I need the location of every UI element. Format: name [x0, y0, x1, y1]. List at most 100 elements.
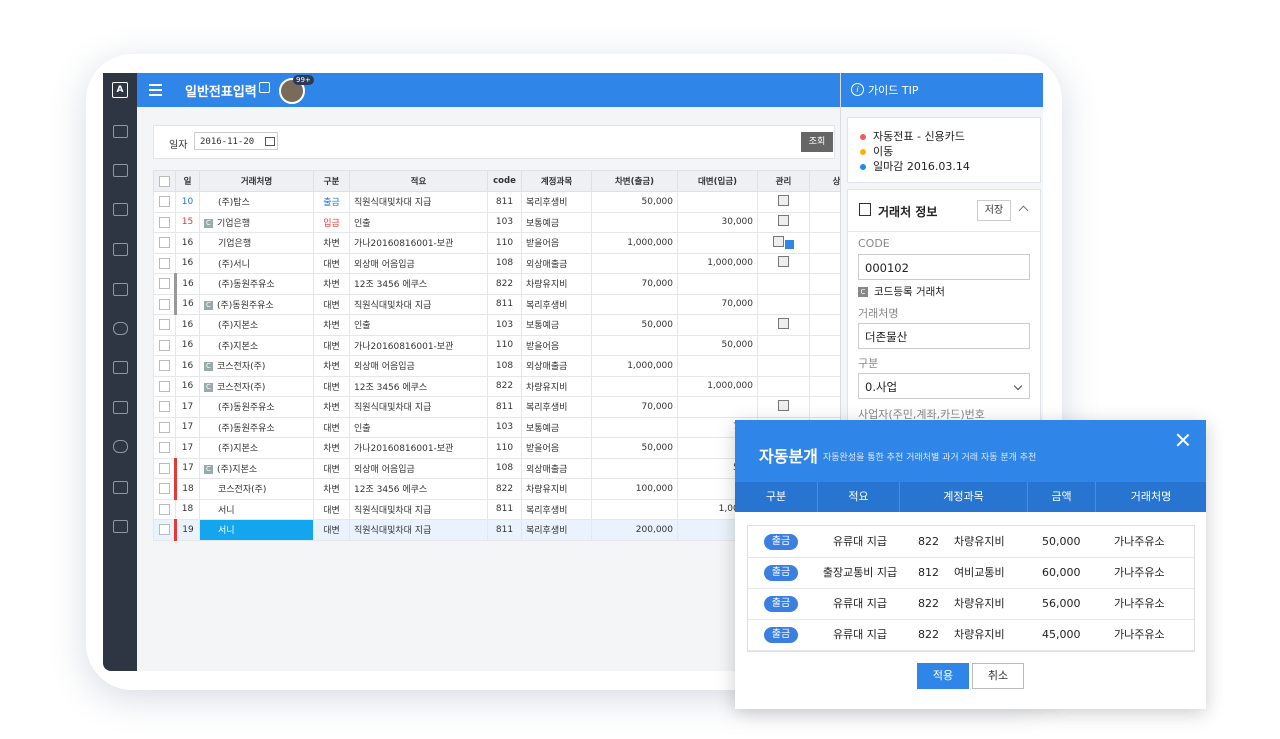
table-cell[interactable]: 대변 — [313, 416, 350, 438]
table-cell[interactable] — [809, 314, 843, 336]
table-cell[interactable]: 108 — [487, 457, 522, 479]
type-select[interactable]: 0.사업 — [858, 373, 1030, 399]
column-header[interactable]: 차변(출금) — [591, 170, 678, 192]
memo-icon[interactable] — [778, 317, 789, 329]
cancel-button[interactable]: 취소 — [972, 663, 1024, 689]
table-cell[interactable]: 대변 — [313, 375, 350, 397]
table-cell[interactable]: 받을어음 — [521, 232, 592, 254]
table-cell[interactable] — [153, 252, 176, 274]
tip-item[interactable]: 이동 — [860, 143, 893, 159]
table-cell[interactable]: 70,000 — [591, 396, 678, 418]
table-cell[interactable] — [153, 273, 176, 295]
table-cell[interactable]: 차변 — [313, 478, 350, 500]
table-cell[interactable]: 코스전자(주) — [199, 478, 314, 500]
table-row[interactable]: 16 (주)지본소 차변 인출 103 보통예금 50,000 — [153, 314, 843, 336]
table-cell[interactable]: 16 — [175, 252, 200, 274]
table-cell[interactable]: (주)탑스 — [199, 191, 314, 213]
table-row[interactable]: 16 기업은행 차변 가나20160816001-보관 110 받을어음 1,000,000 — [153, 232, 843, 254]
table-cell[interactable] — [153, 334, 176, 356]
grid-icon[interactable] — [113, 361, 128, 374]
table-cell[interactable]: 가나20160816001-보관 — [349, 437, 488, 459]
table-cell[interactable]: (주)지본소 — [199, 334, 314, 356]
table-cell[interactable] — [591, 211, 678, 233]
table-row[interactable]: 16 (주)서니 대변 외상매 어음입금 108 외상매출금 1,000,000 — [153, 252, 843, 274]
table-cell[interactable]: 103 — [487, 211, 522, 233]
table-cell[interactable]: 대변 — [313, 498, 350, 520]
table-cell[interactable]: 차변 — [313, 355, 350, 377]
table-cell[interactable]: 직원식대및차대 지급 — [349, 519, 488, 541]
table-cell[interactable]: 811 — [487, 293, 522, 315]
table-cell[interactable]: 직원식대및차대 지급 — [349, 396, 488, 418]
table-cell[interactable]: 대변 — [313, 334, 350, 356]
column-header[interactable]: 거래처명 — [199, 170, 314, 192]
table-cell[interactable]: 110 — [487, 334, 522, 356]
table-cell[interactable]: 110 — [487, 437, 522, 459]
table-cell[interactable]: 18 — [175, 498, 200, 520]
table-cell[interactable] — [591, 293, 678, 315]
table-cell[interactable] — [809, 396, 843, 418]
table-cell[interactable] — [153, 478, 176, 500]
table-cell[interactable]: 보통예금 — [521, 416, 592, 438]
table-cell[interactable]: 복리후생비 — [521, 519, 592, 541]
table-cell[interactable] — [677, 273, 758, 295]
table-cell[interactable] — [591, 498, 678, 520]
table-cell[interactable]: 16 — [174, 273, 200, 295]
building-icon[interactable] — [113, 243, 128, 256]
table-cell[interactable]: (주)지본소 — [199, 314, 314, 336]
chevron-up-icon[interactable] — [1018, 205, 1029, 216]
table-cell[interactable]: 직원식대및차대 지급 — [349, 293, 488, 315]
table-cell[interactable]: 가나20160816001-보관 — [349, 232, 488, 254]
table-cell[interactable]: (주)서니 — [199, 252, 314, 274]
table-cell[interactable] — [153, 457, 176, 479]
row-checkbox[interactable] — [159, 421, 170, 433]
table-cell[interactable]: 인출 — [349, 314, 488, 336]
table-cell[interactable] — [153, 293, 176, 315]
table-cell[interactable]: 차량유지비 — [521, 375, 592, 397]
table-cell[interactable]: 103 — [487, 314, 522, 336]
row-checkbox[interactable] — [158, 278, 170, 290]
table-cell[interactable]: 811 — [487, 396, 522, 418]
memo-icon[interactable] — [778, 399, 789, 411]
row-checkbox[interactable] — [159, 380, 170, 392]
table-cell[interactable]: 서니 — [199, 498, 314, 520]
table-cell[interactable] — [591, 457, 678, 479]
table-cell[interactable] — [757, 314, 810, 336]
menu-icon[interactable] — [149, 84, 162, 96]
table-cell[interactable]: 19 — [174, 519, 200, 541]
table-cell[interactable] — [809, 355, 843, 377]
row-checkbox[interactable] — [159, 257, 170, 269]
list-item[interactable]: 출금 출장교통비 지급 812 여비교통비 60,000 가나주유소 — [748, 557, 1194, 589]
table-cell[interactable] — [757, 334, 810, 356]
table-cell[interactable]: 받을어음 — [521, 334, 592, 356]
table-cell[interactable]: 16 — [175, 375, 200, 397]
column-header[interactable]: code — [487, 170, 522, 192]
column-header[interactable]: 적요 — [349, 170, 488, 192]
table-cell[interactable]: C 코스전자(주) — [199, 355, 314, 377]
table-cell[interactable]: 복리후생비 — [521, 396, 592, 418]
table-cell[interactable]: 출금 — [313, 191, 350, 213]
table-cell[interactable]: 대변 — [313, 457, 350, 479]
list-item[interactable]: 출금 유류대 지급 822 차량유지비 56,000 가나주유소 — [748, 588, 1194, 620]
row-checkbox[interactable] — [158, 298, 170, 310]
table-row[interactable]: 16 C 코스전자(주) 대변 12조 3456 에쿠스 822 차량유지비 1,000,00… — [153, 375, 843, 397]
date-field[interactable]: 2016-11-20 — [194, 132, 278, 150]
table-cell[interactable] — [153, 416, 176, 438]
table-cell[interactable] — [153, 396, 176, 418]
table-cell[interactable]: 서니 — [199, 519, 314, 541]
table-cell[interactable]: 822 — [487, 375, 522, 397]
table-cell[interactable] — [809, 232, 843, 254]
search-button[interactable]: 조회 — [801, 132, 833, 152]
table-cell[interactable]: 16 — [174, 293, 200, 315]
table-cell[interactable] — [677, 191, 758, 213]
row-checkbox[interactable] — [159, 442, 170, 454]
table-cell[interactable] — [153, 375, 176, 397]
table-cell[interactable]: 16 — [175, 355, 200, 377]
table-cell[interactable]: 가나20160816001-보관 — [349, 334, 488, 356]
table-cell[interactable] — [153, 355, 176, 377]
image-icon[interactable] — [113, 481, 128, 494]
attachment-icon[interactable] — [785, 239, 794, 249]
table-cell[interactable]: 복리후생비 — [521, 498, 592, 520]
table-cell[interactable] — [153, 498, 176, 520]
row-checkbox[interactable] — [159, 319, 170, 331]
memo-icon[interactable] — [778, 194, 789, 206]
